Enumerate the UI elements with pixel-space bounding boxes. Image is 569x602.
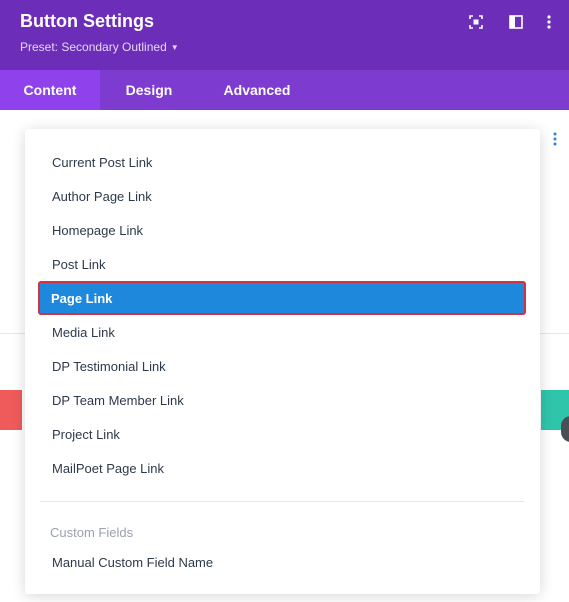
group-label-custom-fields: Custom Fields (50, 525, 134, 540)
option-dp-team-member-link[interactable]: DP Team Member Link (39, 383, 525, 417)
more-vert-icon[interactable] (541, 14, 557, 30)
option-manual-custom-field-name[interactable]: Manual Custom Field Name (39, 545, 525, 579)
button-preview-red (0, 390, 22, 430)
option-page-link[interactable]: Page Link (38, 281, 526, 315)
tab-bar: Content Design Advanced (0, 70, 569, 110)
tab-content[interactable]: Content (0, 70, 100, 110)
option-homepage-link[interactable]: Homepage Link (39, 213, 525, 247)
sidebar-icon[interactable] (508, 14, 524, 30)
option-author-page-link[interactable]: Author Page Link (39, 179, 525, 213)
caret-down-icon: ▼ (170, 42, 179, 52)
modal-header: Button Settings Preset: Secondary Outlin… (0, 0, 569, 70)
option-dp-testimonial-link[interactable]: DP Testimonial Link (39, 349, 525, 383)
scroll-handle[interactable] (561, 416, 569, 442)
option-current-post-link[interactable]: Current Post Link (39, 145, 525, 179)
preset-selector[interactable]: Preset: Secondary Outlined ▼ (20, 40, 179, 54)
modal-title: Button Settings (20, 11, 154, 31)
tab-advanced[interactable]: Advanced (198, 70, 316, 110)
tab-design[interactable]: Design (100, 70, 198, 110)
preset-label: Preset: Secondary Outlined (20, 40, 167, 54)
expand-icon[interactable] (468, 14, 484, 30)
option-project-link[interactable]: Project Link (39, 417, 525, 451)
dynamic-link-dropdown: Current Post Link Author Page Link Homep… (25, 129, 540, 594)
option-media-link[interactable]: Media Link (39, 315, 525, 349)
field-options-icon[interactable] (550, 131, 560, 147)
menu-divider (40, 501, 524, 502)
option-mailpoet-page-link[interactable]: MailPoet Page Link (39, 451, 525, 485)
option-post-link[interactable]: Post Link (39, 247, 525, 281)
